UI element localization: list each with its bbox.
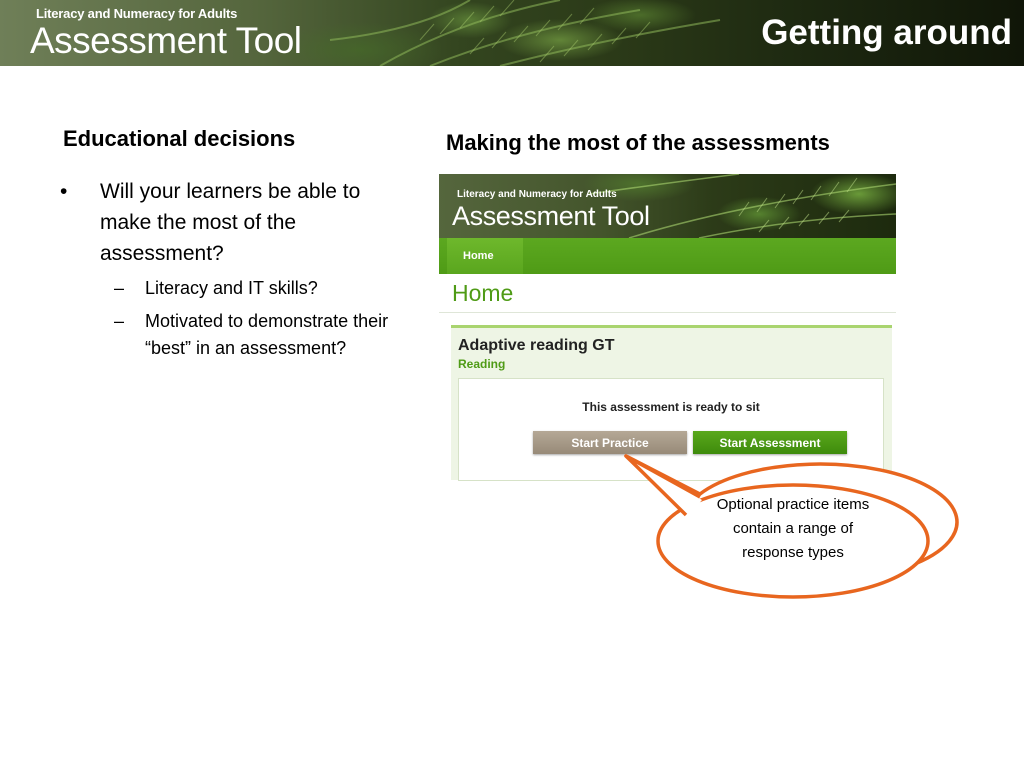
- callout-bubble: [624, 454, 959, 599]
- callout-text: Optional practice items contain a range …: [716, 496, 870, 561]
